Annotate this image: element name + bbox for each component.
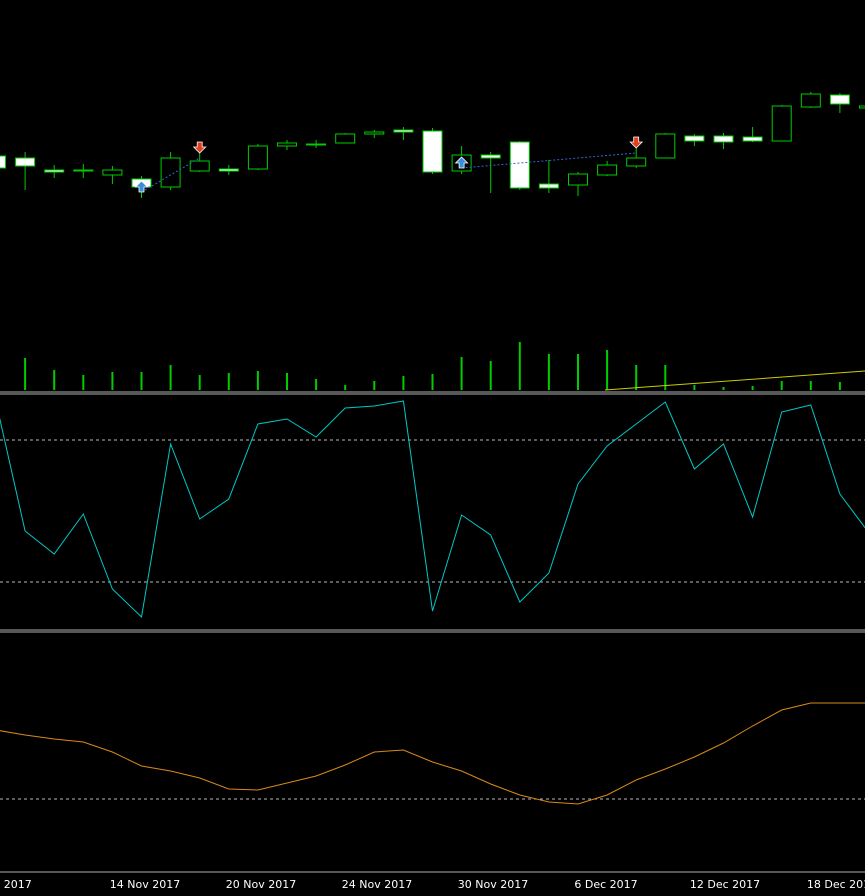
candle-body bbox=[509, 141, 530, 189]
candle-body bbox=[277, 142, 297, 147]
candle-body bbox=[160, 157, 181, 188]
x-tick-label: 24 Nov 2017 bbox=[342, 878, 412, 891]
x-tick-label: 8 Nov 2017 bbox=[0, 878, 32, 891]
candle-body bbox=[829, 94, 850, 105]
candle-body bbox=[247, 145, 268, 170]
candle-body bbox=[422, 130, 443, 173]
candle-body bbox=[626, 157, 647, 167]
candle-body bbox=[0, 155, 6, 169]
x-tick-label: 20 Nov 2017 bbox=[226, 878, 296, 891]
trading-chart[interactable]: 8 Nov 2017 14 Nov 2017 20 Nov 2017 24 No… bbox=[0, 0, 865, 896]
x-tick-label: 12 Dec 2017 bbox=[690, 878, 760, 891]
candle-body bbox=[742, 136, 763, 142]
candle-body bbox=[189, 160, 210, 172]
candle-body bbox=[597, 164, 618, 176]
candle-body bbox=[393, 129, 414, 133]
x-tick-label: 14 Nov 2017 bbox=[110, 878, 180, 891]
candle-body bbox=[655, 133, 676, 159]
candle-body bbox=[568, 173, 588, 186]
candle-body bbox=[538, 183, 559, 189]
x-tick-label: 18 Dec 2017 bbox=[807, 878, 865, 891]
candle-body bbox=[480, 154, 501, 159]
candle-body bbox=[364, 131, 385, 135]
candle-body bbox=[800, 93, 821, 108]
candle-body bbox=[684, 135, 705, 142]
candle-body bbox=[44, 169, 65, 173]
candle-body bbox=[859, 105, 865, 109]
candle-body bbox=[73, 169, 94, 172]
candle-body bbox=[15, 157, 36, 167]
candle-body bbox=[102, 169, 123, 176]
candle-body bbox=[713, 135, 734, 143]
candle-body bbox=[335, 133, 356, 144]
candle-body bbox=[218, 168, 239, 172]
x-tick-label: 6 Dec 2017 bbox=[574, 878, 637, 891]
candle-body bbox=[306, 143, 327, 146]
candle-body bbox=[771, 105, 792, 142]
x-tick-label: 30 Nov 2017 bbox=[458, 878, 528, 891]
